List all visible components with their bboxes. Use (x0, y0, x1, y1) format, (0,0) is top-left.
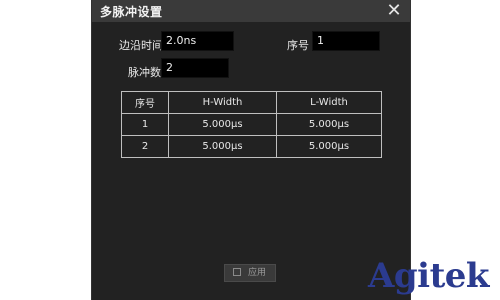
table-row[interactable]: 1 5.000μs 5.000μs (121, 113, 382, 136)
table-cell-l-width[interactable]: 5.000μs (276, 135, 382, 158)
table-header-row: 序号 H-Width L-Width (121, 91, 382, 114)
column-header-seq: 序号 (121, 91, 169, 114)
seq-field[interactable]: 1 (312, 31, 380, 51)
table-row[interactable]: 2 5.000μs 5.000μs (121, 135, 382, 158)
apply-label: 应用 (248, 268, 267, 278)
seq-label: 序号 (287, 39, 309, 52)
apply-button[interactable]: 应用 (224, 264, 276, 282)
close-icon[interactable]: ✕ (384, 1, 404, 21)
agitek-logo: Agitek (368, 256, 489, 296)
multi-pulse-dialog: 多脉冲设置 ✕ 边沿时间 2.0ns 序号 1 脉冲数 2 序号 H-Width… (91, 0, 411, 300)
apply-icon (233, 268, 241, 276)
table-cell-seq: 2 (121, 135, 169, 158)
pulse-count-label: 脉冲数 (128, 66, 161, 79)
dialog-title: 多脉冲设置 (100, 5, 163, 19)
table-cell-h-width[interactable]: 5.000μs (168, 135, 277, 158)
pulse-table: 序号 H-Width L-Width 1 5.000μs 5.000μs 2 5… (121, 91, 382, 158)
dialog-titlebar: 多脉冲设置 ✕ (92, 0, 410, 22)
pulse-count-field[interactable]: 2 (161, 58, 229, 78)
table-cell-l-width[interactable]: 5.000μs (276, 113, 382, 136)
table-cell-seq: 1 (121, 113, 169, 136)
edge-time-label: 边沿时间 (119, 39, 163, 52)
edge-time-field[interactable]: 2.0ns (161, 31, 234, 51)
column-header-h-width: H-Width (168, 91, 277, 114)
table-cell-h-width[interactable]: 5.000μs (168, 113, 277, 136)
column-header-l-width: L-Width (276, 91, 382, 114)
